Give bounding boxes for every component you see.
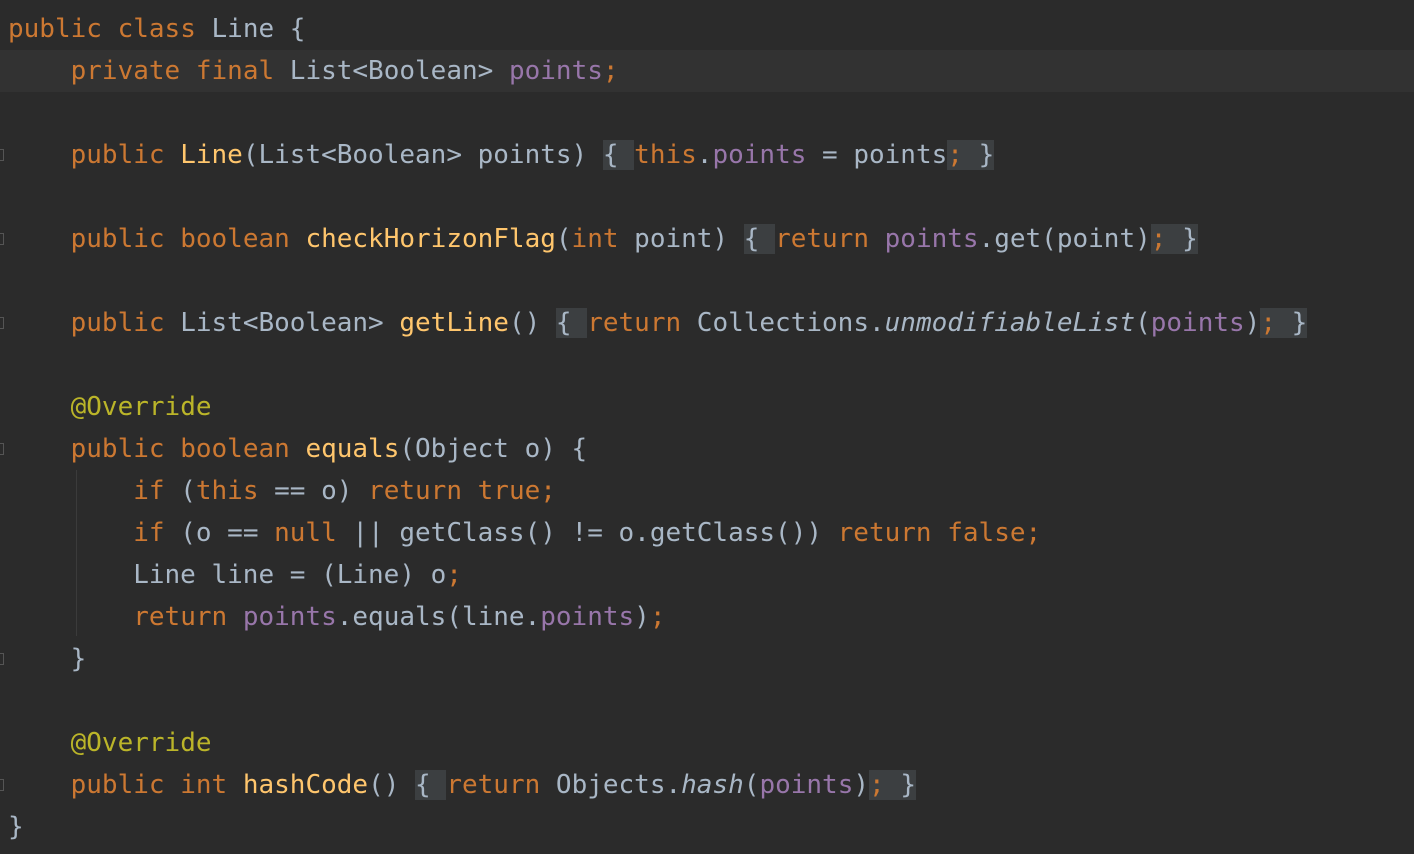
code-line-18-text: @Override bbox=[70, 728, 212, 758]
code-line-16-text: } bbox=[8, 644, 87, 674]
code-line-8[interactable]: public List<Boolean> getLine() { return … bbox=[0, 302, 1414, 344]
code-line-11[interactable]: public boolean equals(Object o) { bbox=[0, 428, 1414, 470]
code-editor[interactable]: public class Line { private final List<B… bbox=[0, 0, 1414, 854]
code-line-16[interactable]: } bbox=[0, 638, 1414, 680]
code-line-10[interactable]: @Override bbox=[0, 386, 1414, 428]
fold-marker-icon[interactable] bbox=[0, 443, 4, 455]
fold-marker-icon[interactable] bbox=[0, 317, 4, 329]
code-line-19[interactable]: public int hashCode() { return Objects.h… bbox=[0, 764, 1414, 806]
code-line-9[interactable] bbox=[0, 344, 1414, 386]
code-line-13-text: if (o == null || getClass() != o.getClas… bbox=[133, 518, 1042, 548]
code-line-14[interactable]: Line line = (Line) o; bbox=[0, 554, 1414, 596]
code-line-1-text: public class Line { bbox=[8, 14, 306, 44]
code-line-17[interactable] bbox=[0, 680, 1414, 722]
fold-marker-icon[interactable] bbox=[0, 653, 4, 665]
code-line-20[interactable]: } bbox=[0, 806, 1414, 848]
code-line-19-text: public int hashCode() { return Objects.h… bbox=[70, 770, 916, 800]
code-line-10-text: @Override bbox=[70, 392, 212, 422]
code-line-11-text: public boolean equals(Object o) { bbox=[70, 434, 588, 464]
code-line-4[interactable]: public Line(List<Boolean> points) { this… bbox=[0, 134, 1414, 176]
code-line-14-text: Line line = (Line) o; bbox=[8, 560, 462, 590]
code-line-13[interactable]: if (o == null || getClass() != o.getClas… bbox=[0, 512, 1414, 554]
code-line-15-text: return points.equals(line.points); bbox=[133, 602, 666, 632]
code-line-6[interactable]: public boolean checkHorizonFlag(int poin… bbox=[0, 218, 1414, 260]
code-line-7[interactable] bbox=[0, 260, 1414, 302]
code-line-5[interactable] bbox=[0, 176, 1414, 218]
code-line-12-text: if (this == o) return true; bbox=[133, 476, 556, 506]
code-line-12[interactable]: if (this == o) return true; bbox=[0, 470, 1414, 512]
code-line-2-text: private final List<Boolean> points; bbox=[70, 56, 619, 86]
code-line-2[interactable]: private final List<Boolean> points; bbox=[0, 50, 1414, 92]
code-line-6-text: public boolean checkHorizonFlag(int poin… bbox=[70, 224, 1198, 254]
code-line-4-text: public Line(List<Boolean> points) { this… bbox=[70, 140, 995, 170]
fold-marker-icon[interactable] bbox=[0, 779, 4, 791]
code-line-1[interactable]: public class Line { bbox=[0, 8, 1414, 50]
code-line-15[interactable]: return points.equals(line.points); bbox=[0, 596, 1414, 638]
code-line-20-text: } bbox=[8, 812, 24, 842]
code-line-8-text: public List<Boolean> getLine() { return … bbox=[70, 308, 1308, 338]
fold-marker-icon[interactable] bbox=[0, 149, 4, 161]
code-line-18[interactable]: @Override bbox=[0, 722, 1414, 764]
fold-marker-icon[interactable] bbox=[0, 233, 4, 245]
code-line-3[interactable] bbox=[0, 92, 1414, 134]
